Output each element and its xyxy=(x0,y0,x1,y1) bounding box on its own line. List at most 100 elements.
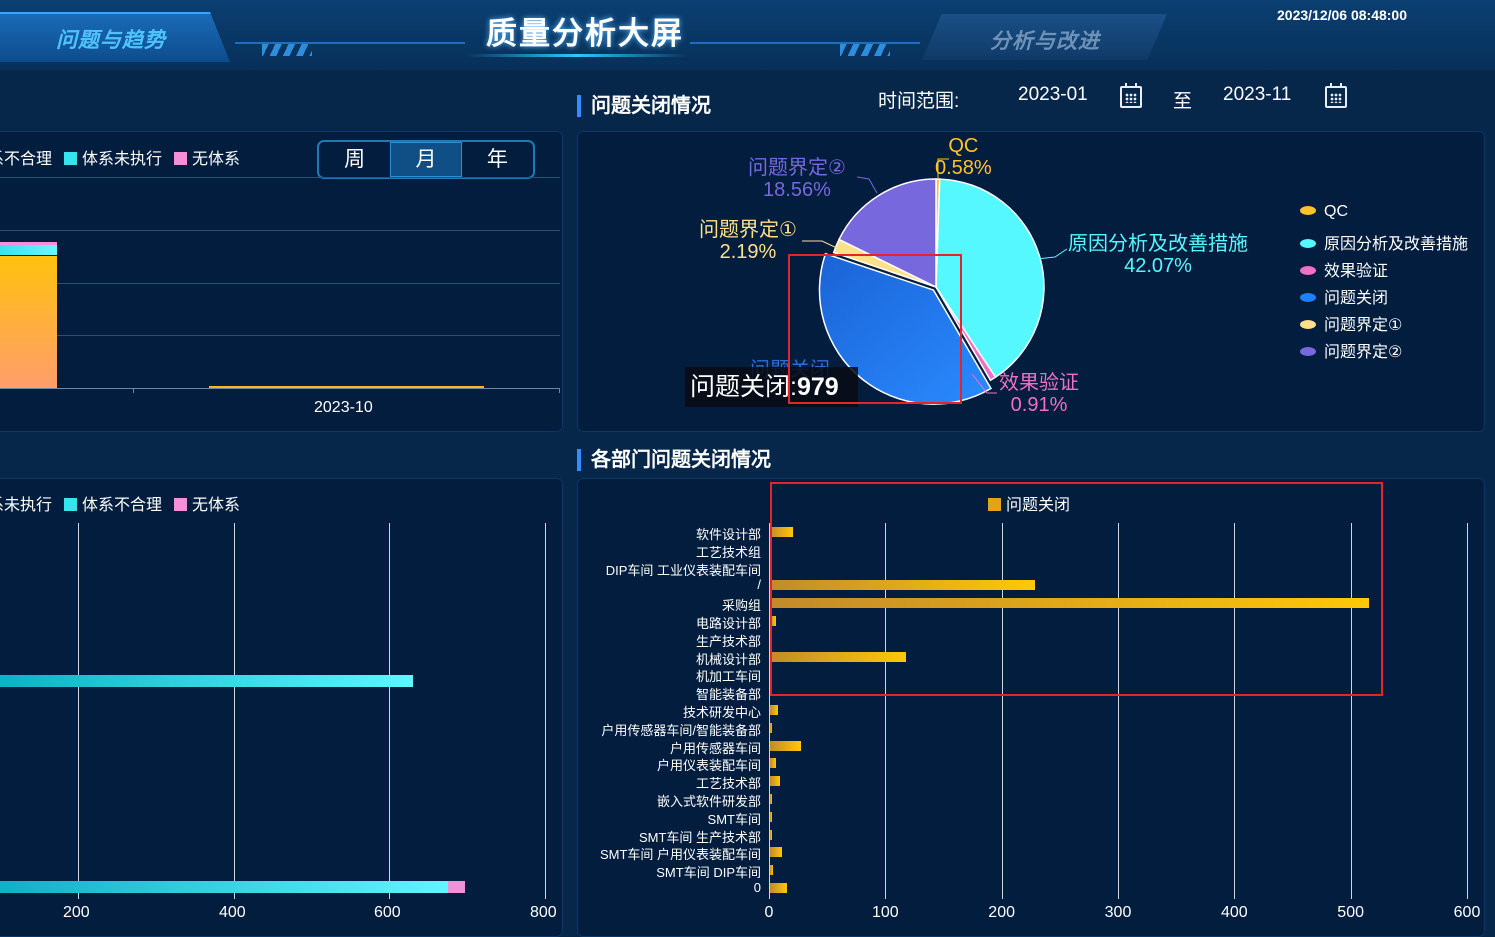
legend-dot-icon xyxy=(1300,320,1316,329)
dept-category-label: 工艺技术部 xyxy=(695,776,761,792)
calendar-icon[interactable] xyxy=(1325,83,1347,108)
grid-line xyxy=(0,335,560,336)
pie-label-percent: 2.19% xyxy=(719,241,777,263)
dept-category-label: 机加工车间 xyxy=(695,669,761,685)
dept-category-label: 技术研发中心 xyxy=(682,705,761,720)
dept-bar[interactable] xyxy=(770,794,773,804)
legend-label: 体系不合理 xyxy=(82,497,163,514)
calendar-icon[interactable] xyxy=(1120,83,1142,108)
dept-category-label: DIP车间 工业仪表装配车间 xyxy=(605,562,761,578)
legend-label: 系未执行 xyxy=(0,497,53,514)
dept-category-label: 户用仪表装配车间 xyxy=(656,758,761,774)
x-tick-label: 600 xyxy=(374,904,401,921)
legend-dot-icon xyxy=(1300,206,1316,215)
grid-line xyxy=(389,523,390,899)
highlight-box xyxy=(770,482,1383,696)
tab-trend[interactable]: 问题与趋势 xyxy=(56,24,166,54)
grid-line xyxy=(0,177,560,178)
grid-line xyxy=(545,523,546,899)
x-tick-label: 400 xyxy=(219,904,246,921)
pie-leader-line xyxy=(856,176,878,194)
dept-category-label: 户用传感器车间 xyxy=(669,740,761,756)
tab-improve[interactable]: 分析与改进 xyxy=(990,25,1100,55)
range-separator: 至 xyxy=(1173,91,1193,112)
trend-bar[interactable] xyxy=(209,385,484,388)
pie-label-define2: 问题界定② 18.56% xyxy=(748,157,846,201)
category-bar[interactable] xyxy=(0,881,448,893)
x-axis-line xyxy=(0,388,560,389)
legend-swatch-icon xyxy=(174,498,188,511)
trend-bar-segment xyxy=(0,255,57,388)
pie-label-verify: 效果验证 0.91% xyxy=(999,372,1079,416)
pie-legend-label: QC xyxy=(1324,203,1348,220)
pie-label-name: 效果验证 xyxy=(999,372,1079,394)
category-panel xyxy=(0,478,563,937)
legend-swatch-icon xyxy=(174,152,188,165)
pie-legend-item[interactable]: 问题关闭 xyxy=(1300,284,1388,308)
dept-bar[interactable] xyxy=(770,883,788,893)
pie-legend-item[interactable]: 问题界定① xyxy=(1300,311,1402,335)
period-week-button[interactable]: 周 xyxy=(319,142,390,177)
dept-bar[interactable] xyxy=(770,722,772,733)
dept-bar[interactable] xyxy=(770,829,772,840)
category-bar-segment[interactable] xyxy=(447,881,465,893)
pie-legend-item[interactable]: 问题界定② xyxy=(1300,338,1402,362)
pie-legend-item[interactable]: QC xyxy=(1300,203,1348,221)
dept-category-label: 户用传感器车间/智能装备部 xyxy=(601,722,761,738)
dept-category-label: 采购组 xyxy=(721,598,761,614)
x-axis-tick xyxy=(559,388,560,393)
period-month-button[interactable]: 月 xyxy=(390,142,462,177)
category-bar[interactable] xyxy=(0,675,413,687)
x-tick-label: 400 xyxy=(1220,904,1248,921)
pie-label-percent: 42.07% xyxy=(1124,255,1192,277)
dept-category-label: SMT车间 DIP车间 xyxy=(656,865,761,881)
x-axis-tick xyxy=(133,388,134,393)
dept-category-label: 机械设计部 xyxy=(695,651,761,667)
grid-line xyxy=(234,523,235,899)
grid-line xyxy=(0,230,560,231)
category-legend: 系未执行 体系不合理 无体系 xyxy=(0,491,240,515)
dept-bar[interactable] xyxy=(770,776,781,787)
legend-swatch-icon xyxy=(64,152,78,165)
end-date-value[interactable]: 2023-11 xyxy=(1223,84,1291,106)
header-stripes xyxy=(262,44,312,56)
pie-label-qc: QC 0.58% xyxy=(935,135,992,179)
pie-label-percent: 0.58% xyxy=(935,157,992,179)
x-tick-label: 200 xyxy=(988,904,1015,921)
dept-category-label: SMT车间 xyxy=(707,811,761,827)
header-stripes xyxy=(840,44,890,56)
dept-bar[interactable] xyxy=(770,847,782,858)
pie-leader-line xyxy=(1036,248,1068,260)
dept-bar[interactable] xyxy=(770,758,776,769)
period-toggle[interactable]: 周 月 年 xyxy=(317,140,535,179)
dept-category-label: 生产技术部 xyxy=(695,633,761,649)
legend-label: 系不合理 xyxy=(0,151,53,168)
dept-category-label: / xyxy=(757,577,761,593)
legend-label: 无体系 xyxy=(192,151,241,168)
x-tick-label: 800 xyxy=(530,904,557,921)
x-tick-label: 600 xyxy=(1453,904,1481,921)
dept-bar[interactable] xyxy=(770,865,774,876)
pie-legend-label: 问题关闭 xyxy=(1324,290,1389,307)
datetime: 2023/12/06 08:48:00 xyxy=(1277,7,1407,23)
start-date-value[interactable]: 2023-01 xyxy=(1018,84,1088,106)
legend-dot-icon xyxy=(1300,293,1316,302)
x-axis-label: 2023-10 xyxy=(314,399,373,416)
period-year-button[interactable]: 年 xyxy=(462,142,533,177)
legend-dot-icon xyxy=(1300,266,1316,275)
dept-bar[interactable] xyxy=(770,740,802,751)
title-underline xyxy=(466,54,688,57)
grid-line xyxy=(78,523,79,899)
dept-bar[interactable] xyxy=(770,705,779,715)
pie-legend-item[interactable]: 效果验证 xyxy=(1300,257,1388,281)
grid-line xyxy=(1467,523,1468,899)
dept-bar[interactable] xyxy=(770,811,772,822)
pie-legend-label: 问题界定② xyxy=(1324,344,1403,361)
x-tick-label: 100 xyxy=(871,904,899,921)
dept-category-label: 智能装备部 xyxy=(695,687,761,703)
header-bar: 问题与趋势 分析与改进 质量分析大屏 2023/12/06 08:48:00 xyxy=(0,0,1495,70)
pie-legend-item[interactable]: 原因分析及改善措施 xyxy=(1300,230,1468,254)
pie-leader-line xyxy=(802,240,840,250)
dept-category-label: 软件设计部 xyxy=(695,527,761,542)
dept-category-label: 0 xyxy=(753,880,761,895)
